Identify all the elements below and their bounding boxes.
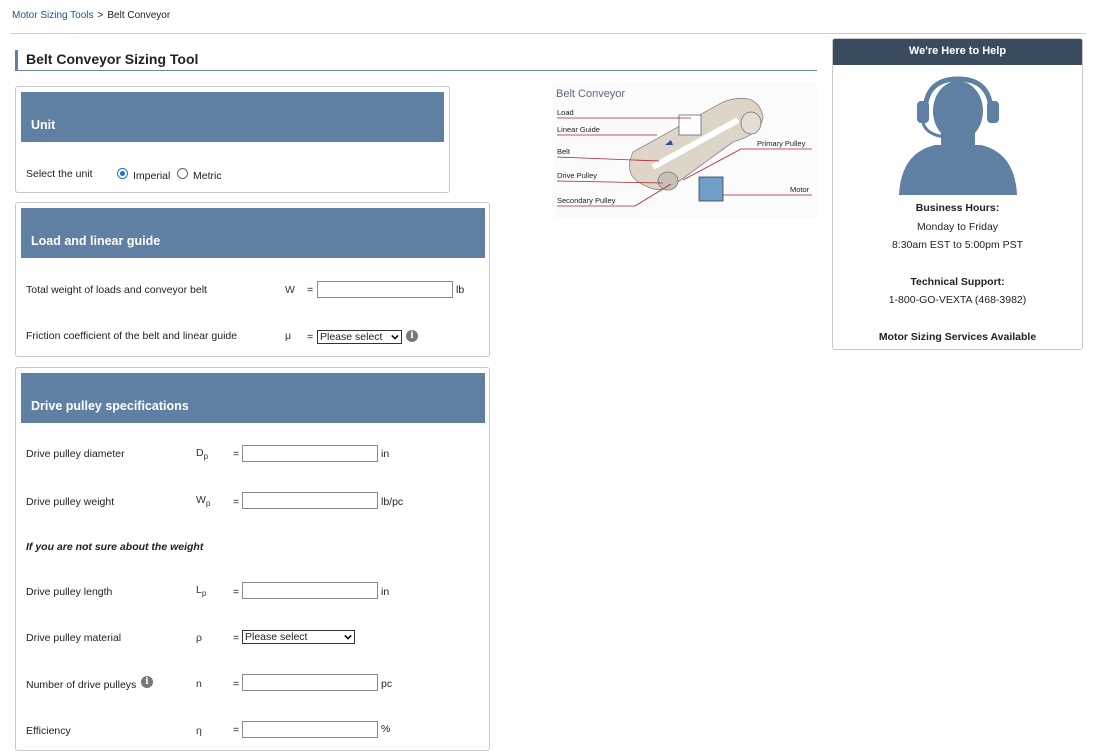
drive-pulley-length-equals: =	[233, 586, 240, 598]
chevron-down-icon	[391, 334, 399, 340]
drive-pulley-diameter-symbol: Dp	[196, 447, 209, 462]
drive-pulley-diameter-input[interactable]	[242, 445, 378, 462]
metric-radio-label[interactable]: Metric	[193, 170, 222, 182]
business-hours-title: Business Hours:	[915, 202, 1000, 214]
unit-select-label: Select the unit	[26, 168, 93, 180]
drive-pulley-count-unit: pc	[381, 678, 393, 690]
business-hours-time: 8:30am EST to 5:00pm PST	[891, 239, 1024, 251]
friction-select-value: Please select	[320, 331, 383, 343]
drive-pulley-panel: Drive pulley specifications Drive pulley…	[15, 367, 490, 751]
drive-pulley-diameter-label: Drive pulley diameter	[26, 448, 125, 460]
drive-pulley-length-symbol: Lp	[196, 584, 207, 599]
metric-radio[interactable]	[177, 168, 188, 179]
total-weight-label: Total weight of loads and conveyor belt	[26, 284, 207, 296]
friction-equals: =	[307, 331, 314, 343]
diagram-label-linear-guide: Linear Guide	[557, 125, 600, 134]
imperial-radio[interactable]	[117, 168, 128, 179]
diagram-label-motor: Motor	[790, 185, 810, 194]
drive-pulley-weight-input[interactable]	[242, 492, 378, 509]
motor-sizing-services: Motor Sizing Services Available	[878, 331, 1037, 343]
friction-symbol: μ	[285, 330, 292, 342]
technical-support-title: Technical Support:	[910, 276, 1005, 288]
diagram-label-secondary-pulley: Secondary Pulley	[557, 196, 616, 205]
belt-conveyor-diagram: Belt Conveyor Load Linear Guide Belt Dri…	[553, 82, 817, 218]
support-agent-icon	[899, 76, 1017, 195]
total-weight-symbol: W	[285, 284, 295, 296]
total-weight-input[interactable]	[317, 281, 453, 298]
help-panel-heading: We're Here to Help	[833, 39, 1082, 65]
header-divider	[10, 33, 1086, 34]
diagram-label-primary-pulley: Primary Pulley	[757, 139, 806, 148]
drive-pulley-weight-label: Drive pulley weight	[26, 496, 115, 508]
imperial-radio-label[interactable]: Imperial	[133, 170, 170, 182]
total-weight-equals: =	[307, 284, 314, 296]
breadcrumb-link-motor-sizing-tools[interactable]: Motor Sizing Tools	[12, 10, 94, 21]
drive-pulley-material-equals: =	[233, 632, 240, 644]
info-icon[interactable]: i	[141, 676, 153, 688]
unit-panel-heading: Unit	[21, 92, 444, 142]
drive-pulley-weight-unit: lb/pc	[381, 496, 404, 508]
drive-pulley-material-symbol: ρ	[196, 632, 202, 644]
drive-pulley-diameter-unit: in	[381, 448, 390, 460]
chevron-down-icon	[344, 634, 352, 640]
drive-pulley-weight-equals: =	[233, 496, 240, 508]
drive-pulley-length-input[interactable]	[242, 582, 378, 599]
diagram-label-drive-pulley: Drive Pulley	[557, 171, 597, 180]
efficiency-unit: %	[381, 723, 391, 735]
help-panel: We're Here to Help Business Hours: Monda…	[832, 38, 1083, 350]
drive-pulley-shape	[657, 171, 679, 191]
drive-pulley-material-label: Drive pulley material	[26, 632, 122, 644]
info-icon[interactable]: i	[406, 330, 418, 342]
drive-pulley-weight-symbol: Wp	[196, 494, 211, 509]
drive-pulley-panel-heading: Drive pulley specifications	[21, 373, 485, 423]
motor-shape	[698, 176, 724, 202]
drive-pulley-material-select[interactable]: Please select	[242, 630, 355, 644]
primary-pulley-shape	[740, 111, 762, 135]
diagram-title: Belt Conveyor	[556, 88, 625, 100]
unit-panel: Unit Select the unit Imperial Metric	[15, 86, 450, 193]
technical-support-phone: 1-800-GO-VEXTA (468-3982)	[888, 294, 1027, 306]
drive-pulley-count-label: Number of drive pulleys	[26, 679, 137, 691]
drive-pulley-length-label: Drive pulley length	[26, 586, 113, 598]
drive-pulley-length-unit: in	[381, 586, 390, 598]
breadcrumb-current: Belt Conveyor	[107, 10, 171, 21]
efficiency-label: Efficiency	[26, 725, 71, 737]
drive-pulley-count-equals: =	[233, 678, 240, 690]
drive-pulley-count-symbol: n	[196, 678, 202, 690]
weight-note: If you are not sure about the weight	[26, 541, 204, 553]
business-hours-days: Monday to Friday	[916, 221, 999, 233]
breadcrumb: Motor Sizing Tools > Belt Conveyor	[12, 10, 170, 21]
efficiency-equals: =	[233, 724, 240, 736]
total-weight-unit: lb	[456, 284, 465, 296]
efficiency-input[interactable]	[242, 721, 378, 738]
page-title: Belt Conveyor Sizing Tool	[15, 50, 817, 71]
friction-label: Friction coefficient of the belt and lin…	[26, 330, 238, 342]
breadcrumb-separator: >	[97, 10, 104, 21]
load-panel-heading: Load and linear guide	[21, 208, 485, 258]
diagram-label-belt: Belt	[557, 147, 571, 156]
diagram-label-load: Load	[557, 108, 574, 117]
efficiency-symbol: η	[196, 725, 202, 737]
load-panel: Load and linear guide Total weight of lo…	[15, 202, 490, 357]
friction-select[interactable]: Please select	[317, 330, 402, 344]
drive-pulley-diameter-equals: =	[233, 448, 240, 460]
drive-pulley-count-input[interactable]	[242, 674, 378, 691]
drive-pulley-material-value: Please select	[245, 631, 308, 643]
